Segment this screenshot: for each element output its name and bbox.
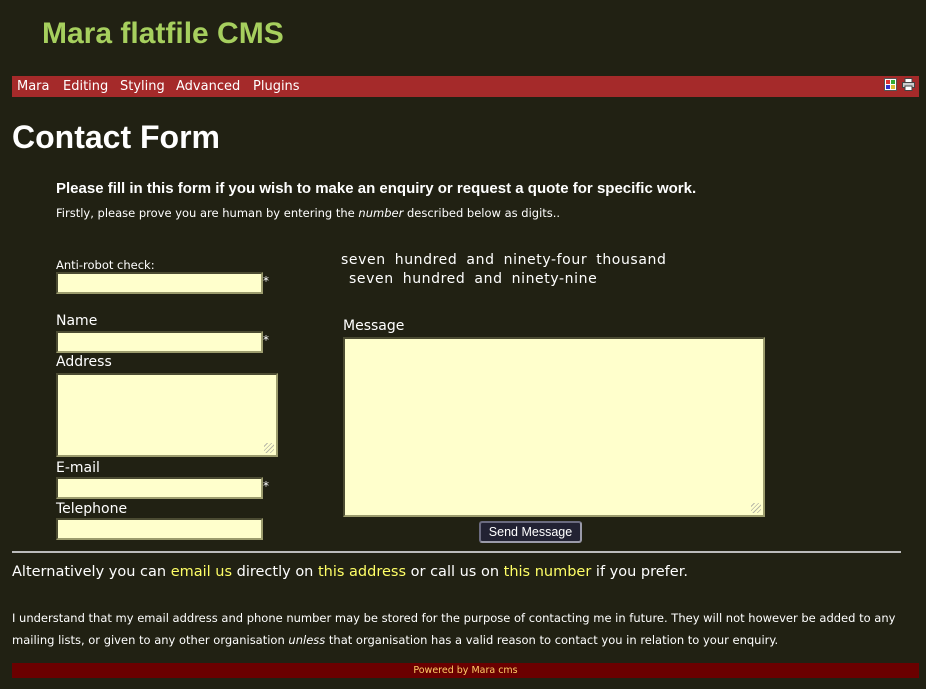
telephone-label: Telephone (56, 501, 128, 517)
name-input[interactable] (56, 331, 263, 353)
page-heading: Contact Form (12, 119, 220, 155)
menu-icons (884, 78, 915, 91)
resize-grip-icon[interactable] (264, 443, 274, 453)
resize-grip-icon[interactable] (751, 503, 761, 513)
print-icon[interactable] (902, 78, 915, 91)
address-link[interactable]: this address (318, 564, 406, 580)
captcha-line-1: seven hundred and ninety-four thousand (341, 252, 667, 268)
privacy-notice: I understand that my email address and p… (12, 611, 896, 647)
menu-bar: Mara Editing Styling Advanced Plugins (12, 76, 919, 97)
email-us-link[interactable]: email us (171, 564, 232, 580)
required-marker: * (263, 274, 269, 288)
menu-item-mara[interactable]: Mara (17, 79, 50, 94)
telephone-input[interactable] (56, 518, 263, 540)
address-textarea[interactable] (56, 373, 278, 457)
alternative-contact-text: Alternatively you can email us directly … (12, 564, 688, 580)
captcha-text: seven hundred and ninety-four thousand s… (341, 251, 666, 289)
email-label: E-mail (56, 460, 100, 476)
antirobot-label: Anti-robot check: (56, 258, 155, 272)
required-marker: * (263, 333, 269, 347)
menu-item-plugins[interactable]: Plugins (253, 79, 300, 94)
divider (12, 551, 901, 553)
message-textarea[interactable] (343, 337, 765, 517)
intro-heading: Please fill in this form if you wish to … (56, 180, 697, 197)
menu-item-styling[interactable]: Styling (120, 79, 165, 94)
antirobot-input[interactable] (56, 272, 263, 294)
address-label: Address (56, 354, 112, 370)
menu-item-advanced[interactable]: Advanced (176, 79, 240, 94)
name-label: Name (56, 313, 98, 329)
email-input[interactable] (56, 477, 263, 499)
intro-text: Firstly, please prove you are human by e… (56, 206, 561, 220)
message-label: Message (343, 318, 405, 334)
phone-number-link[interactable]: this number (504, 564, 592, 580)
layout-icon[interactable] (884, 78, 897, 91)
site-title: Mara flatfile CMS (42, 17, 284, 50)
menu-item-editing[interactable]: Editing (63, 79, 108, 94)
required-marker: * (263, 479, 269, 493)
footer: Powered by Mara cms (12, 663, 919, 678)
captcha-line-2: seven hundred and ninety-nine (349, 271, 598, 287)
send-message-button[interactable]: Send Message (479, 521, 582, 543)
